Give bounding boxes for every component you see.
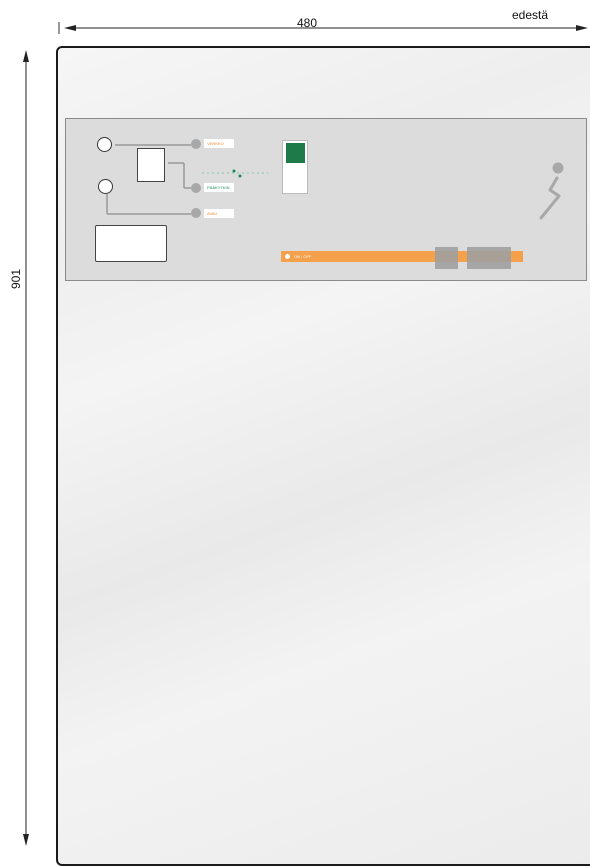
status-module [282, 140, 308, 194]
height-dimension-line [23, 50, 29, 846]
width-label: 480 [297, 16, 318, 30]
top-round-button[interactable] [97, 137, 112, 152]
indicator-lamp-1 [191, 139, 201, 149]
width-dimension [58, 18, 590, 38]
connector-block-right [467, 247, 511, 269]
dotted-signal-line [202, 169, 268, 178]
indicator-lamp-2 [191, 183, 201, 193]
height-label: 901 [9, 268, 24, 290]
lamp-label-3: AVAU [204, 209, 234, 218]
display-window [95, 225, 167, 262]
indicator-lamp-3 [191, 208, 201, 218]
lightning-bolt-icon [539, 162, 564, 220]
height-dimension [16, 48, 36, 848]
bar-indicator-dot [285, 254, 290, 259]
status-module-display [286, 143, 305, 163]
bottom-round-button[interactable] [98, 179, 113, 194]
view-label: edestä [512, 8, 549, 22]
lamp-label-2: PÄÄKYTKIN [204, 183, 234, 192]
lamp-label-1: VERKKO [204, 139, 234, 148]
bar-label: ON / OFF [294, 254, 312, 259]
width-dimension-line [58, 22, 588, 34]
small-switch-box [137, 148, 165, 182]
connector-block-left [435, 247, 458, 269]
